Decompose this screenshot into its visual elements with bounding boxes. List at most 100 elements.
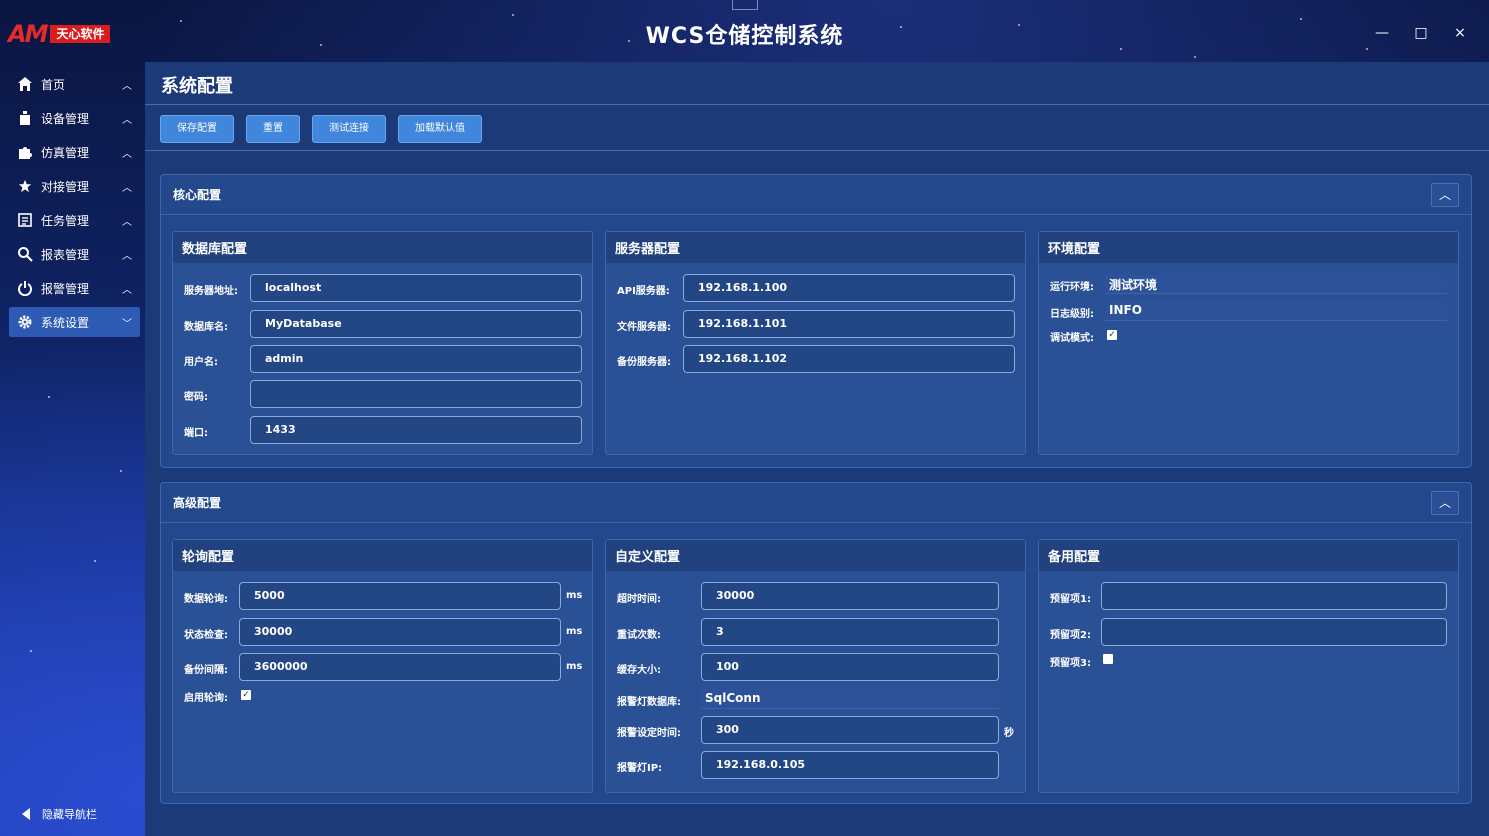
- sidebar-item-label: 报表管理: [41, 247, 90, 262]
- sidebar-item-home[interactable]: 首页 ︿: [9, 69, 140, 99]
- alarm-time-input[interactable]: 300: [701, 716, 999, 744]
- field-label: 调试模式:: [1050, 333, 1094, 344]
- username-input[interactable]: admin: [250, 345, 582, 373]
- load-defaults-button[interactable]: 加载默认值: [398, 115, 482, 143]
- field-label: 预留项2:: [1050, 630, 1091, 641]
- backup-server-input[interactable]: 192.168.1.102: [683, 345, 1015, 373]
- enable-polling-checkbox[interactable]: ✓: [241, 690, 251, 700]
- field-label: 报警设定时间:: [617, 728, 681, 739]
- field-label: 报警灯IP:: [617, 763, 663, 774]
- reserved-1-input[interactable]: [1101, 582, 1447, 610]
- server-address-input[interactable]: localhost: [250, 274, 582, 302]
- field-label: 运行环境:: [1050, 282, 1094, 293]
- field-label: 预留项1:: [1050, 594, 1091, 605]
- alarm-ip-input[interactable]: 192.168.0.105: [701, 751, 999, 779]
- save-config-button[interactable]: 保存配置: [160, 115, 234, 143]
- timeout-input[interactable]: 30000: [701, 582, 999, 610]
- field-label: 用户名:: [184, 357, 218, 368]
- field-label: 状态检查:: [184, 630, 228, 641]
- sidebar-item-label: 首页: [41, 77, 66, 92]
- search-icon: [16, 245, 34, 263]
- sidebar-item-reports[interactable]: 报表管理 ︿: [9, 239, 140, 269]
- status-check-input[interactable]: 30000: [239, 618, 561, 646]
- field-label: 超时时间:: [617, 594, 661, 605]
- api-server-input[interactable]: 192.168.1.100: [683, 274, 1015, 302]
- retry-count-input[interactable]: 3: [701, 618, 999, 646]
- collapse-left-icon: [22, 808, 30, 820]
- sidebar-item-devices[interactable]: 设备管理 ︿: [9, 103, 140, 133]
- sidebar-item-alarms[interactable]: 报警管理 ︿: [9, 273, 140, 303]
- collapse-button[interactable]: ︿: [1431, 183, 1459, 207]
- maximize-button[interactable]: □: [1410, 22, 1432, 44]
- field-label: 缓存大小:: [617, 665, 661, 676]
- task-list-icon: [16, 211, 34, 229]
- page-title: 系统配置: [161, 76, 233, 97]
- section-header: 高级配置 ︿: [161, 483, 1471, 523]
- close-button[interactable]: ×: [1449, 22, 1471, 44]
- card-title: 备用配置: [1039, 540, 1458, 571]
- sidebar-item-label: 仿真管理: [41, 145, 90, 160]
- hide-nav-label: 隐藏导航栏: [42, 808, 97, 821]
- backup-interval-input[interactable]: 3600000: [239, 653, 561, 681]
- reserved-2-input[interactable]: [1101, 618, 1447, 646]
- database-name-input[interactable]: MyDatabase: [250, 310, 582, 338]
- sidebar: 首页 ︿ 设备管理 ︿ 仿真管理 ︿ 对接管理 ︿ 任务管理 ︿ 报表管理 ︿: [0, 62, 145, 836]
- field-label: 数据轮询:: [184, 594, 228, 605]
- database-config-card: 数据库配置 服务器地址: localhost 数据库名: MyDatabase …: [172, 231, 593, 455]
- power-icon: [16, 279, 34, 297]
- home-icon: [16, 75, 34, 93]
- chevron-down-icon: ﹀: [122, 318, 132, 330]
- hide-nav-button[interactable]: 隐藏导航栏: [22, 806, 97, 822]
- toolbar: 保存配置 重置 测试连接 加载默认值: [160, 115, 482, 143]
- cache-size-input[interactable]: 100: [701, 653, 999, 681]
- app-title: WCS仓储控制系统: [645, 24, 844, 49]
- star-icon: [16, 177, 34, 195]
- card-title: 自定义配置: [606, 540, 1025, 571]
- main-content: 系统配置 保存配置 重置 测试连接 加载默认值 核心配置 ︿ 数据库配置 服务器…: [145, 62, 1489, 836]
- sidebar-item-integration[interactable]: 对接管理 ︿: [9, 171, 140, 201]
- data-polling-input[interactable]: 5000: [239, 582, 561, 610]
- field-label: 密码:: [184, 392, 208, 403]
- chevron-up-icon: ︿: [122, 114, 132, 126]
- sidebar-item-label: 设备管理: [41, 111, 90, 126]
- device-icon: [16, 109, 34, 127]
- port-input[interactable]: 1433: [250, 416, 582, 444]
- sidebar-item-tasks[interactable]: 任务管理 ︿: [9, 205, 140, 235]
- chevron-up-icon: ︿: [122, 80, 132, 92]
- divider: [145, 150, 1489, 151]
- log-level-value: INFO: [1109, 303, 1142, 317]
- card-title: 数据库配置: [173, 232, 592, 263]
- polling-config-card: 轮询配置 数据轮询: 5000 ms 状态检查: 30000 ms 备份间隔: …: [172, 539, 593, 793]
- card-title: 环境配置: [1039, 232, 1458, 263]
- password-input[interactable]: [250, 380, 582, 408]
- field-label: 数据库名:: [184, 322, 228, 333]
- test-connection-button[interactable]: 测试连接: [312, 115, 386, 143]
- reset-button[interactable]: 重置: [246, 115, 300, 143]
- card-title: 轮询配置: [173, 540, 592, 571]
- field-label: 日志级别:: [1050, 309, 1094, 320]
- debug-mode-checkbox[interactable]: ✓: [1107, 330, 1117, 340]
- file-server-input[interactable]: 192.168.1.101: [683, 310, 1015, 338]
- environment-config-card: 环境配置 运行环境: 测试环境 日志级别: INFO 调试模式: ✓: [1038, 231, 1459, 455]
- server-config-card: 服务器配置 API服务器: 192.168.1.100 文件服务器: 192.1…: [605, 231, 1026, 455]
- minimize-button[interactable]: —: [1371, 22, 1393, 44]
- sidebar-item-settings[interactable]: 系统设置 ﹀: [9, 307, 140, 337]
- sidebar-item-simulation[interactable]: 仿真管理 ︿: [9, 137, 140, 167]
- chevron-up-icon: ︿: [122, 284, 132, 296]
- section-header: 核心配置 ︿: [161, 175, 1471, 215]
- log-level-select[interactable]: [1105, 301, 1447, 321]
- chevron-up-icon: ︿: [122, 182, 132, 194]
- title-bar: AM 天心软件 WCS仓储控制系统 — □ ×: [0, 0, 1489, 62]
- unit-label: ms: [566, 626, 583, 637]
- window-notch: [732, 0, 758, 10]
- field-label: 服务器地址:: [184, 286, 238, 297]
- puzzle-icon: [16, 143, 34, 161]
- section-title: 核心配置: [173, 188, 222, 202]
- reserved-3-checkbox[interactable]: [1103, 654, 1113, 664]
- chevron-up-icon: ︿: [122, 216, 132, 228]
- collapse-button[interactable]: ︿: [1431, 491, 1459, 515]
- chevron-up-icon: ︿: [122, 148, 132, 160]
- advanced-config-section: 高级配置 ︿ 轮询配置 数据轮询: 5000 ms 状态检查: 30000 ms…: [160, 482, 1472, 804]
- field-label: 报警灯数据库:: [617, 697, 681, 708]
- chevron-up-icon: ︿: [122, 250, 132, 262]
